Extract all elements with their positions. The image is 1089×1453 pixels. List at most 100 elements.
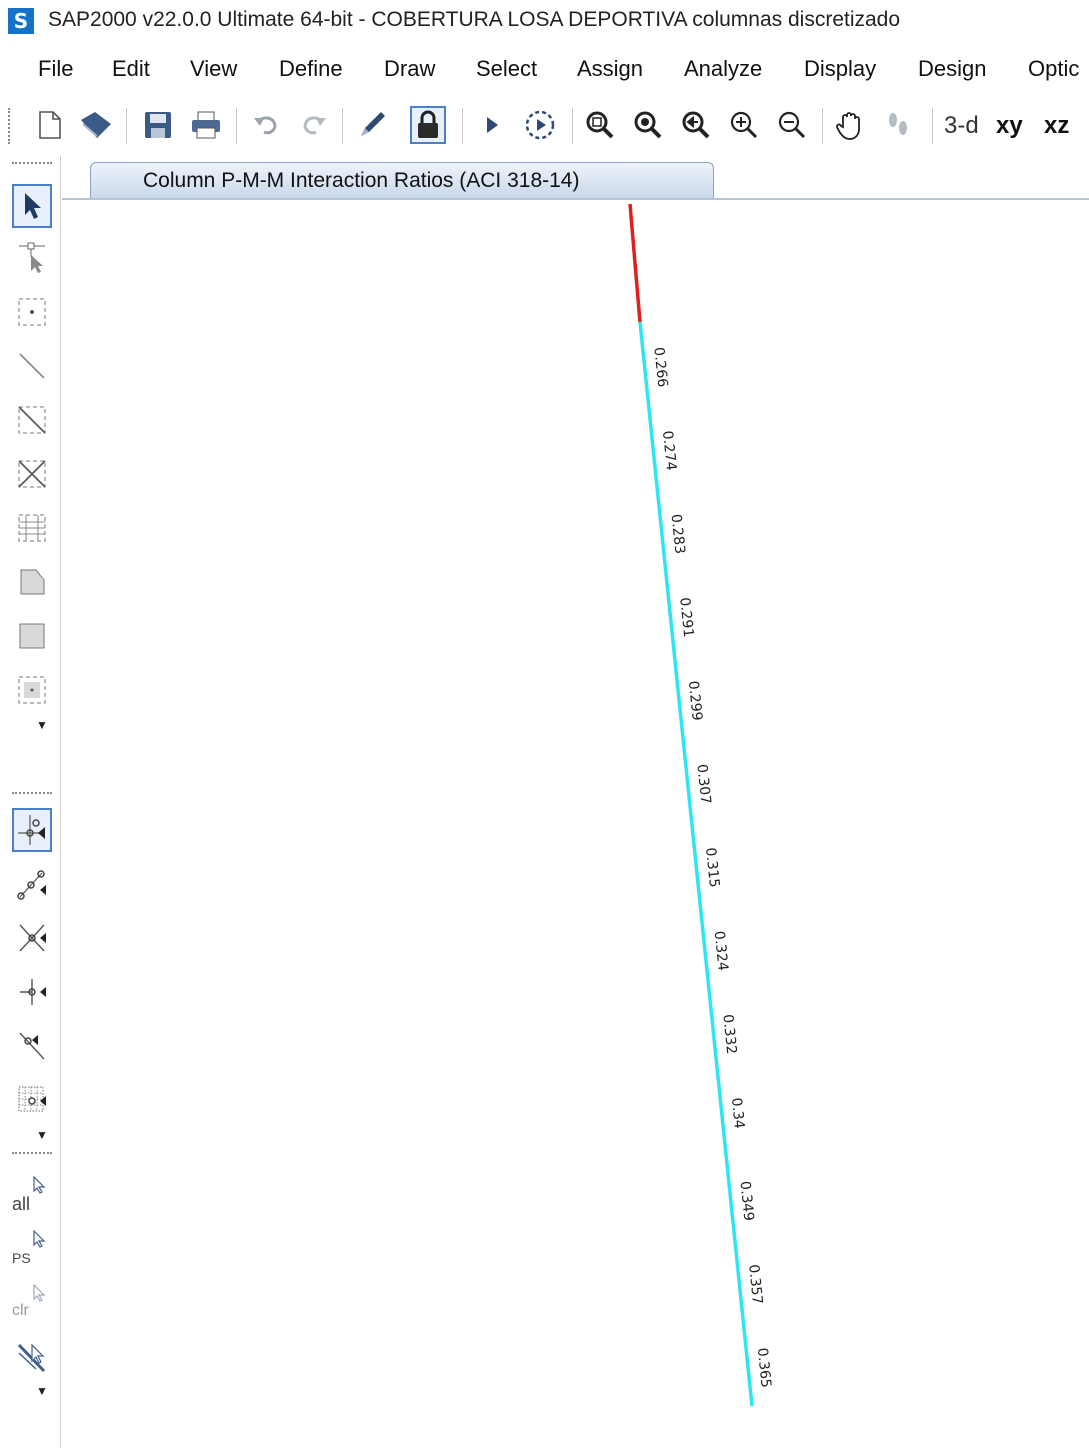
ratio-label: 0.283 <box>668 513 688 555</box>
view-tab-title: Column P-M-M Interaction Ratios (ACI 318… <box>143 169 580 192</box>
left-toolbar-grip-middle[interactable] <box>12 792 52 796</box>
quick-draw-braces-button[interactable] <box>12 452 52 496</box>
draw-poly-area-button[interactable] <box>12 560 52 604</box>
menu-analyze[interactable]: Analyze <box>684 56 762 82</box>
play-circle-icon <box>525 110 555 140</box>
snap-tools-dropdown-icon[interactable]: ▼ <box>36 1128 48 1142</box>
save-model-button[interactable] <box>140 106 176 144</box>
menu-options[interactable]: Optic <box>1028 56 1079 82</box>
view-xy-button[interactable]: xy <box>996 112 1023 140</box>
undo-button[interactable] <box>248 106 284 144</box>
view-xz-button[interactable]: xz <box>1044 112 1069 140</box>
snap-to-grid-button[interactable] <box>12 1078 52 1122</box>
get-previous-selection-button[interactable]: PS <box>12 1228 52 1272</box>
snap-to-lines-edges-button[interactable] <box>12 1024 52 1068</box>
pointer-arrow-icon <box>25 193 41 219</box>
snap-to-ends-midpoints-button[interactable] <box>12 862 52 906</box>
zoom-full-icon <box>634 111 662 139</box>
quick-draw-frame-button[interactable] <box>12 398 52 442</box>
redo-button[interactable] <box>296 106 332 144</box>
draw-joint-button[interactable] <box>12 290 52 334</box>
intersecting-line-icon <box>17 1343 46 1373</box>
ratio-label: 0.274 <box>659 430 679 472</box>
menu-file[interactable]: File <box>38 56 73 82</box>
run-analysis-button[interactable] <box>474 106 510 144</box>
save-icon <box>145 112 171 138</box>
ratio-label: 0.332 <box>719 1014 739 1056</box>
menu-display[interactable]: Display <box>804 56 876 82</box>
menu-define[interactable]: Define <box>279 56 343 82</box>
reshape-icon <box>19 242 45 273</box>
quick-draw-secondary-beams-button[interactable] <box>12 506 52 550</box>
intersecting-line-select-button[interactable] <box>12 1336 52 1380</box>
open-model-button[interactable] <box>78 106 114 144</box>
menu-edit[interactable]: Edit <box>112 56 150 82</box>
menu-view[interactable]: View <box>190 56 237 82</box>
footprints-icon <box>889 113 907 135</box>
snap-to-perpendicular-button[interactable] <box>12 970 52 1014</box>
lock-icon <box>418 110 438 138</box>
zoom-previous-icon <box>682 111 710 139</box>
snap-to-intersections-button[interactable] <box>12 916 52 960</box>
app-icon[interactable]: S <box>8 8 34 34</box>
set-limits-button[interactable] <box>880 106 916 144</box>
lock-model-button[interactable] <box>410 106 446 144</box>
hand-icon <box>836 112 860 140</box>
menu-select[interactable]: Select <box>476 56 537 82</box>
view-tab[interactable]: Column P-M-M Interaction Ratios (ACI 318… <box>90 162 714 200</box>
snap-to-points-button[interactable] <box>12 808 52 852</box>
zoom-out-button[interactable] <box>774 106 810 144</box>
play-icon <box>487 117 498 133</box>
column-top-segment[interactable] <box>628 203 642 323</box>
previous-zoom-button[interactable] <box>678 106 714 144</box>
left-toolbar: ▼ ▼ all PS clr ▼ <box>6 156 61 1448</box>
pencil-icon <box>361 112 385 136</box>
zoom-out-icon <box>778 111 806 139</box>
view-3d-button[interactable]: 3-d <box>944 112 979 140</box>
menu-design[interactable]: Design <box>918 56 986 82</box>
menu-assign[interactable]: Assign <box>577 56 643 82</box>
column-diagram[interactable]: 0.266 0.274 0.283 0.291 0.299 0.307 0.315 0.324… <box>62 200 1089 1448</box>
zoom-in-button[interactable] <box>726 106 762 144</box>
toolbar-grip[interactable] <box>8 108 12 144</box>
new-model-button[interactable] <box>32 106 68 144</box>
pan-button[interactable] <box>832 106 868 144</box>
restore-full-view-button[interactable] <box>630 106 666 144</box>
ratio-label: 0.266 <box>650 346 670 388</box>
select-tools-dropdown-icon[interactable]: ▼ <box>36 1384 48 1398</box>
reshape-button[interactable] <box>12 236 52 280</box>
zoom-window-icon <box>586 111 614 139</box>
snap-perpendicular-icon <box>20 979 46 1005</box>
title-bar: S SAP2000 v22.0.0 Ultimate 64-bit - COBE… <box>0 0 1089 42</box>
refresh-window-button[interactable] <box>354 106 390 144</box>
secondary-beams-icon <box>18 514 46 542</box>
quick-draw-area-button[interactable] <box>12 668 52 712</box>
print-graphics-button[interactable] <box>188 106 224 144</box>
left-toolbar-grip-bottom[interactable] <box>12 1152 52 1156</box>
undo-icon <box>254 116 277 135</box>
left-toolbar-grip-top[interactable] <box>12 162 52 166</box>
select-all-label: all <box>12 1194 31 1214</box>
clear-selection-button[interactable]: clr <box>12 1282 52 1326</box>
ratio-label: 0.365 <box>754 1347 774 1389</box>
snap-midpoint-icon <box>17 870 46 900</box>
menu-draw[interactable]: Draw <box>384 56 435 82</box>
poly-area-icon <box>20 569 45 595</box>
rubber-band-zoom-button[interactable] <box>582 106 618 144</box>
run-now-button[interactable] <box>522 106 558 144</box>
pointer-button[interactable] <box>12 184 52 228</box>
ratio-labels: 0.266 0.274 0.283 0.291 0.299 0.307 0.315 0.324… <box>650 346 773 1388</box>
draw-frame-button[interactable] <box>12 344 52 388</box>
ratio-label: 0.307 <box>693 763 713 805</box>
model-canvas[interactable]: 0.266 0.274 0.283 0.291 0.299 0.307 0.315 0.324… <box>62 200 1089 1448</box>
draw-tools-dropdown-icon[interactable]: ▼ <box>36 718 48 732</box>
clear-selection-label: clr <box>12 1302 29 1319</box>
column-discretized-segments[interactable] <box>638 321 754 1407</box>
open-book-icon <box>81 112 111 138</box>
ratio-label: 0.34 <box>728 1097 747 1130</box>
joint-icon <box>18 298 46 326</box>
select-all-button[interactable]: all <box>12 1174 52 1218</box>
printer-icon <box>192 111 220 139</box>
snap-intersection-icon <box>19 924 46 952</box>
draw-rectangular-area-button[interactable] <box>12 614 52 658</box>
